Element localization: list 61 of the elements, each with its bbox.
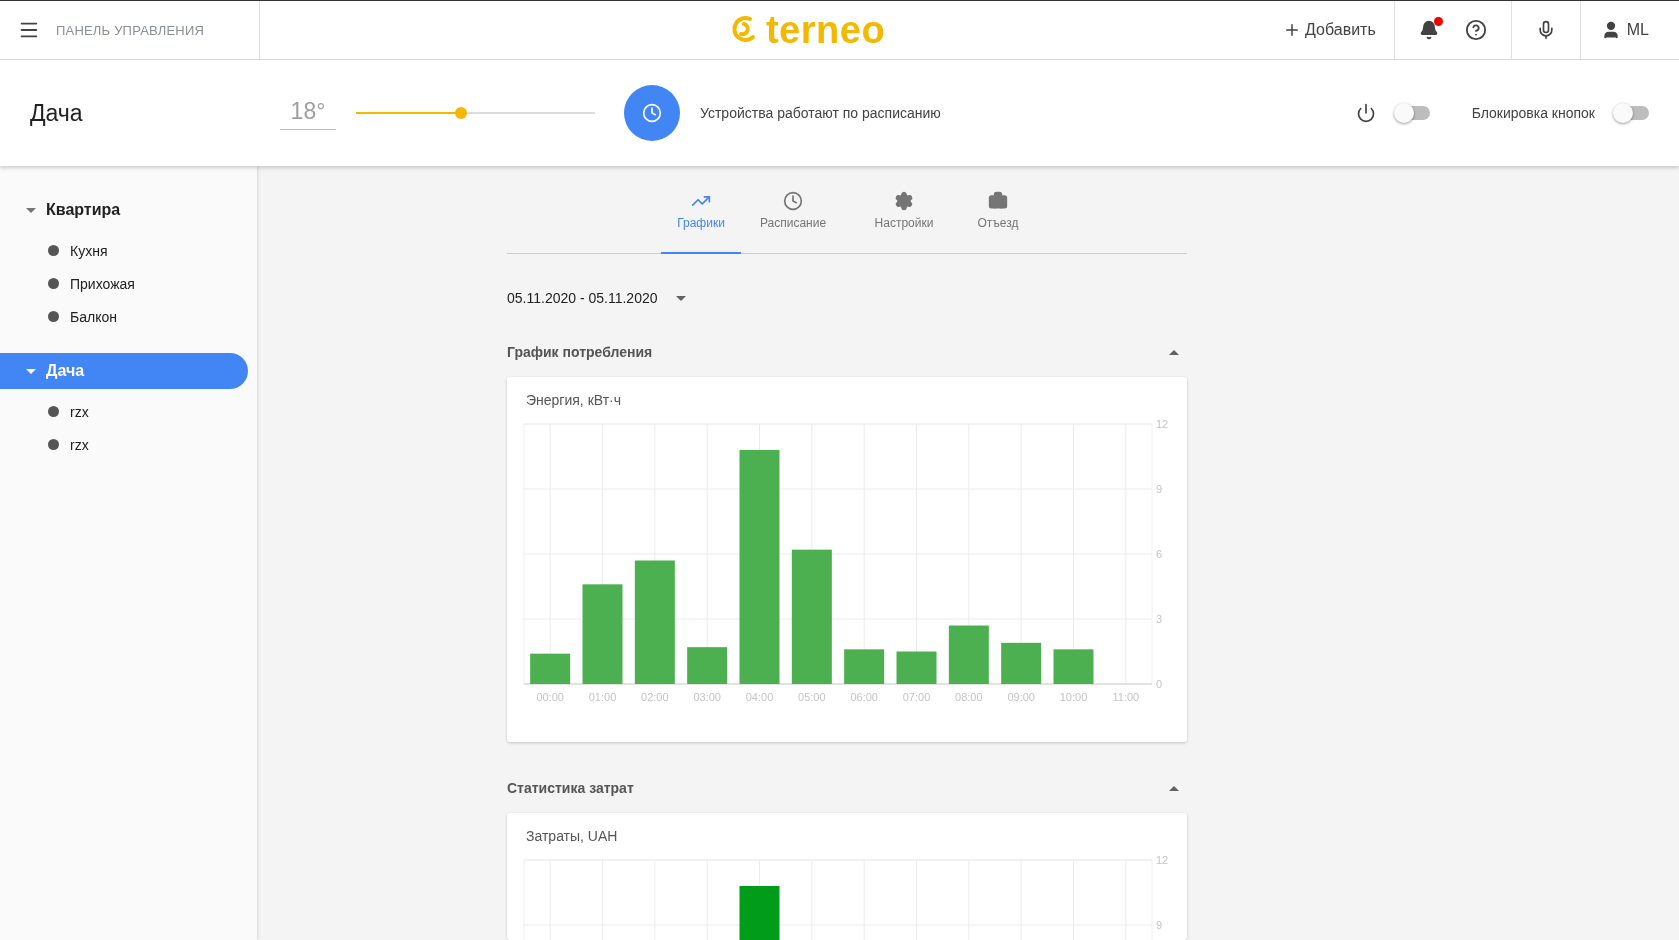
axis-tick-label: 03:00 — [693, 691, 721, 703]
schedule-status: Устройства работают по расписанию — [700, 105, 942, 121]
bar — [948, 625, 989, 684]
sidebar-group[interactable]: Квартира — [0, 192, 248, 228]
axis-tick-label: 00:00 — [536, 691, 564, 703]
briefcase-icon — [988, 191, 1008, 211]
axis-tick-label: 3 — [1156, 613, 1163, 625]
axis-tick-label: 11:00 — [1112, 691, 1140, 703]
section-title: График потребления — [507, 344, 653, 360]
slider-thumb[interactable] — [455, 107, 468, 119]
lock-label: Блокировка кнопок — [1471, 105, 1595, 121]
device-dot-icon — [48, 439, 59, 450]
user-button[interactable]: ML — [1579, 1, 1679, 59]
sidebar-item[interactable]: rzx — [0, 395, 257, 428]
bar — [844, 649, 885, 684]
section-title: Статистика затрат — [507, 780, 634, 796]
clock-icon — [642, 103, 662, 123]
bar — [896, 651, 937, 684]
bar — [739, 886, 780, 940]
sidebar-item[interactable]: Балкон — [0, 300, 257, 333]
clock-icon — [783, 191, 803, 211]
device-dot-icon — [48, 278, 59, 289]
axis-tick-label: 02:00 — [641, 691, 669, 703]
device-dot-icon — [48, 311, 59, 322]
chart-title: Энергия, кВт·ч — [526, 392, 623, 408]
axis-tick-label: 06:00 — [850, 691, 878, 703]
device-dot-icon — [48, 245, 59, 256]
axis-tick-label: 08:00 — [955, 691, 983, 703]
panel-title: ПАНЕЛЬ УПРАВЛЕНИЯ — [56, 22, 205, 38]
bar — [1053, 649, 1094, 684]
bar — [1001, 642, 1042, 684]
tab[interactable]: Расписание — [741, 185, 845, 254]
device-dot-icon — [48, 406, 59, 417]
axis-tick-label: 05:00 — [798, 691, 826, 703]
axis-tick-label: 01:00 — [588, 691, 617, 703]
swirl-logo-icon — [729, 15, 758, 45]
axis-tick-label: 12 — [1156, 418, 1169, 430]
tab[interactable]: Настройки — [845, 185, 963, 254]
sidebar-item[interactable]: Прихожая — [0, 267, 257, 300]
logo-text: terneo — [765, 8, 886, 52]
place-title: Дача — [30, 99, 84, 127]
power-toggle[interactable] — [1395, 106, 1430, 120]
power-icon[interactable] — [1355, 103, 1376, 123]
sidebar-group[interactable]: Дача — [0, 353, 248, 389]
lock-toggle[interactable] — [1615, 106, 1649, 120]
axis-tick-label: 12 — [1156, 854, 1169, 866]
date-range-picker[interactable]: 05.11.2020 - 05.11.2020 — [507, 290, 686, 306]
bar — [687, 647, 728, 684]
tab[interactable]: Отъезд — [963, 185, 1033, 254]
axis-tick-label: 10:00 — [1059, 691, 1088, 703]
add-button[interactable]: Добавить — [1265, 1, 1394, 59]
sidebar-item[interactable]: Кухня — [0, 234, 257, 267]
chart-title: Затраты, UAH — [526, 828, 619, 844]
schedule-button[interactable] — [624, 85, 680, 141]
axis-tick-label: 09:00 — [1007, 691, 1035, 703]
bar — [530, 653, 571, 684]
axis-tick-label: 04:00 — [745, 691, 774, 703]
help-icon[interactable] — [1464, 19, 1487, 41]
axis-tick-label: 07:00 — [902, 691, 931, 703]
gear-icon — [894, 191, 914, 211]
sidebar-item[interactable]: rzx — [0, 428, 257, 461]
